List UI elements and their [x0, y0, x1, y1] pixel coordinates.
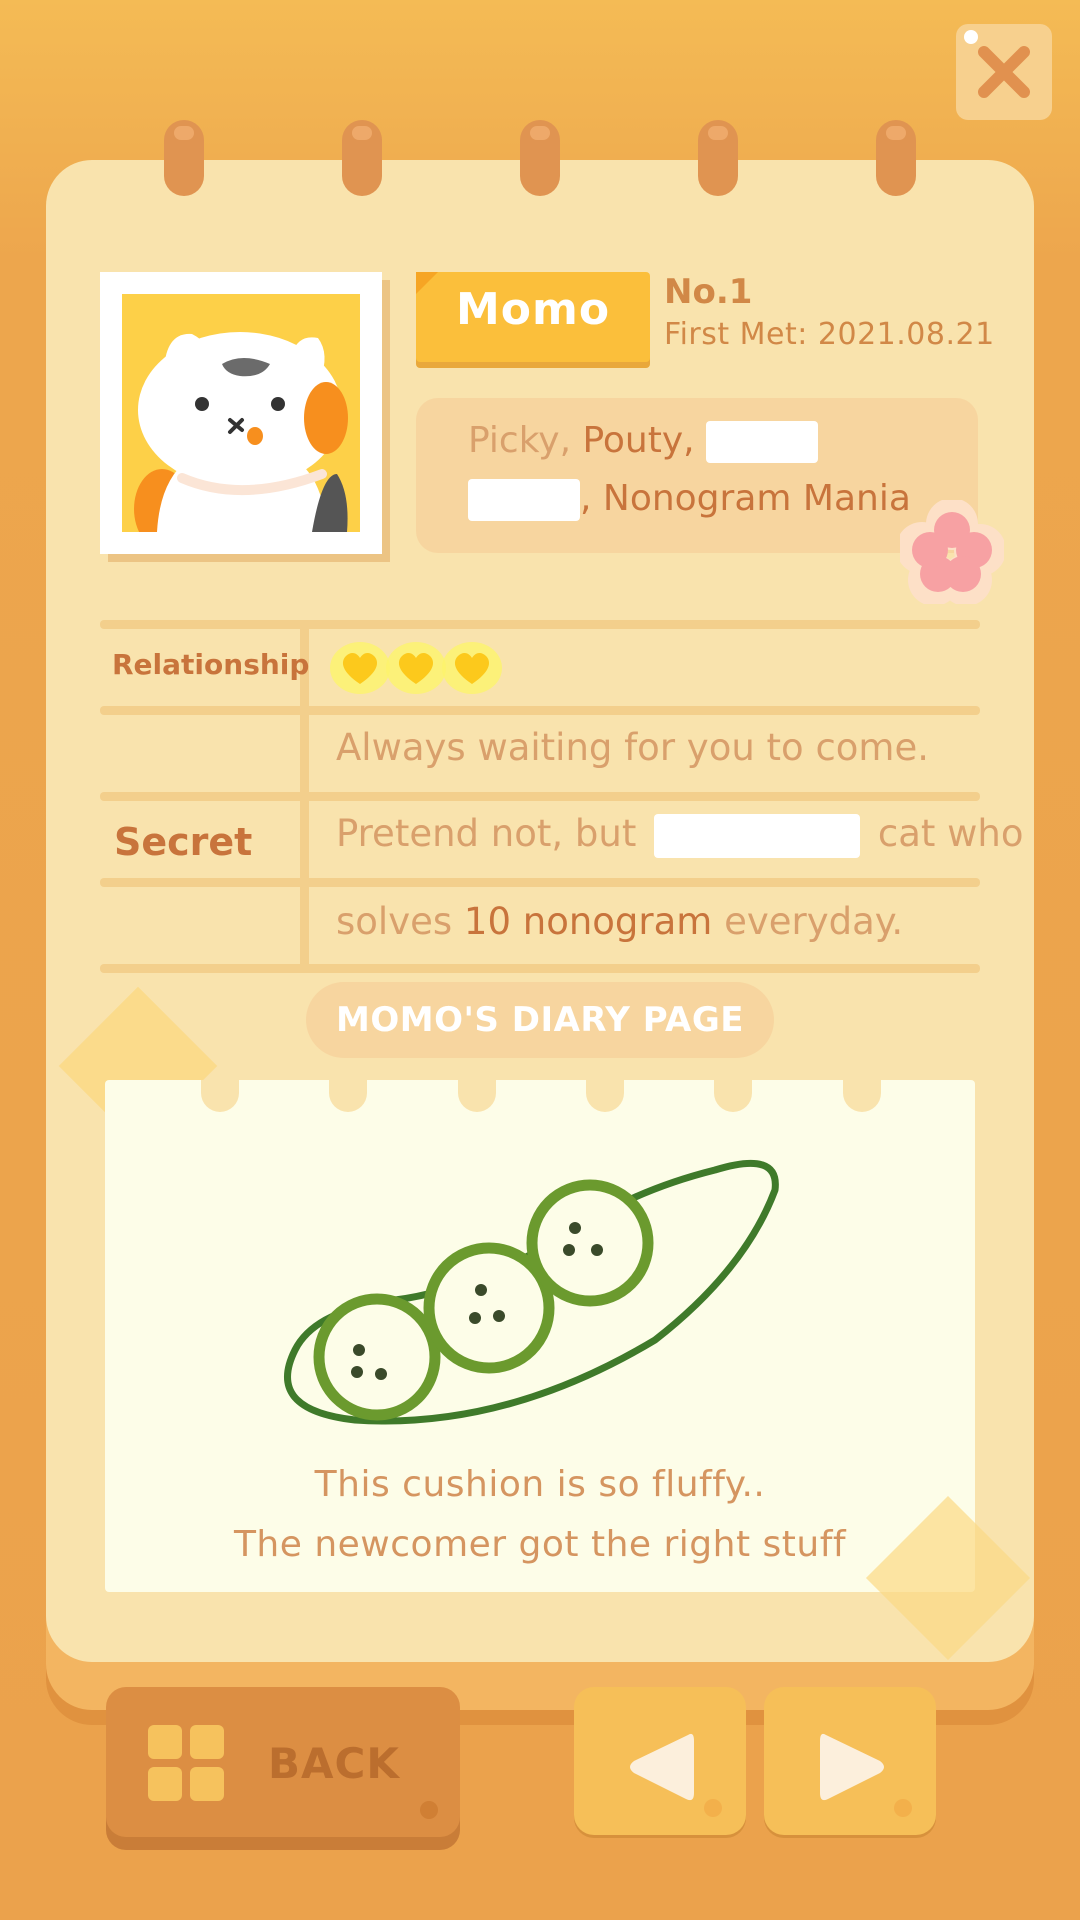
binder-ring	[164, 120, 204, 196]
heart-icon	[330, 642, 390, 694]
table-divider	[100, 620, 980, 629]
character-name: Momo	[455, 284, 611, 335]
back-button[interactable]: BACK	[106, 1687, 460, 1837]
arrow-right-icon	[820, 1733, 884, 1801]
trait-nonogram-mania: , Nonogram Mania	[580, 478, 911, 519]
diary-line-2: The newcomer got the right stuff	[233, 1524, 847, 1565]
table-column-divider	[300, 715, 309, 964]
diary-title: MOMO'S DIARY PAGE	[336, 1000, 744, 1040]
trait-pouty: Pouty	[582, 420, 684, 461]
pea-pod-drawing	[284, 1159, 779, 1425]
hidden-trait-blank	[706, 421, 819, 463]
secret-label: Secret	[114, 820, 253, 864]
traits-line-1: Picky, Pouty,	[468, 420, 819, 463]
first-met-date: First Met: 2021.08.21	[664, 317, 995, 352]
prev-button[interactable]	[574, 1687, 746, 1835]
cat-portrait-icon	[134, 332, 348, 532]
hidden-secret-blank	[654, 813, 861, 858]
secret-line-2: Pretend not, but cat who	[336, 812, 1024, 858]
trait-picky: Picky,	[468, 420, 583, 461]
traits-box: Picky, Pouty, , Nonogram Mania	[416, 398, 978, 553]
secret-highlight: 10 nonogram	[463, 900, 713, 943]
secret-line-1: Always waiting for you to come.	[336, 726, 929, 769]
arrow-left-icon	[630, 1733, 694, 1801]
character-number: No.1	[664, 272, 753, 312]
close-icon	[978, 46, 1030, 98]
back-label: BACK	[268, 1739, 400, 1788]
trait-comma: ,	[683, 420, 695, 461]
diary-paper: This cushion is so fluffy.. The newcomer…	[105, 1080, 975, 1592]
secret-text-start: Pretend not, but	[336, 812, 637, 855]
diary-line-1: This cushion is so fluffy..	[314, 1464, 766, 1505]
binder-ring	[520, 120, 560, 196]
table-divider	[100, 706, 980, 715]
hidden-trait-blank	[468, 479, 580, 521]
relationship-label: Relationship	[112, 648, 310, 681]
secret-text-end: cat who	[877, 812, 1024, 855]
close-button[interactable]	[956, 24, 1052, 120]
flower-icon	[900, 500, 1004, 604]
table-divider	[100, 878, 980, 887]
diary-title-pill: MOMO'S DIARY PAGE	[306, 982, 774, 1058]
traits-line-2: , Nonogram Mania	[468, 478, 911, 521]
table-divider	[100, 964, 980, 973]
secret-line-3: solves 10 nonogram everyday.	[336, 900, 904, 943]
heart-icon	[386, 642, 446, 694]
relationship-hearts	[330, 640, 510, 700]
binder-ring	[876, 120, 916, 196]
name-tag: Momo	[416, 272, 650, 362]
next-button[interactable]	[764, 1687, 936, 1835]
heart-icon	[442, 642, 502, 694]
binder-ring	[342, 120, 382, 196]
binder-ring	[698, 120, 738, 196]
character-portrait	[100, 272, 382, 554]
table-divider	[100, 792, 980, 801]
